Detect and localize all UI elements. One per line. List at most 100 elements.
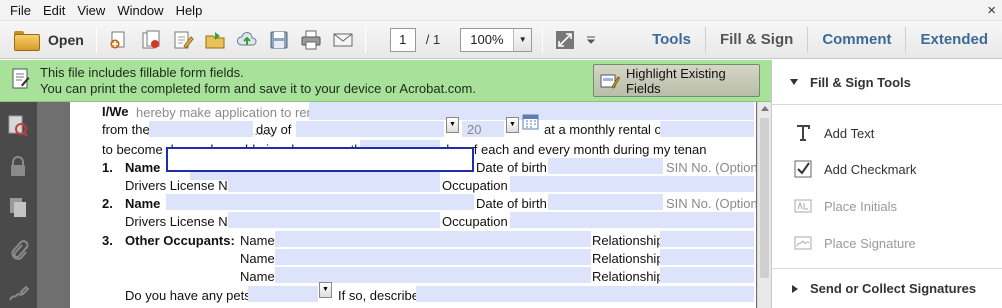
applicant-2-occupation-label: Occupation (442, 214, 508, 229)
chevron-down-icon[interactable]: ▼ (513, 28, 532, 51)
calendar-icon[interactable] (522, 113, 539, 130)
occupant-3-relationship-field[interactable] (660, 267, 754, 283)
applicant-2-name-label: Name (125, 196, 161, 211)
tab-fill-sign[interactable]: Fill & Sign (706, 21, 807, 59)
occupant-1-name-field[interactable] (275, 231, 591, 247)
upload-cloud-icon[interactable] (234, 27, 260, 53)
place-initials-label: Place Initials (824, 198, 897, 214)
applicant-2-license-field[interactable] (228, 212, 440, 228)
open-folder-arrow-icon[interactable] (202, 27, 228, 53)
scroll-thumb[interactable] (760, 118, 769, 278)
notification-line-2: You can print the completed form and sav… (40, 81, 476, 96)
page-total: / 1 (425, 32, 441, 47)
applicant-1-occupation-field[interactable] (510, 176, 754, 192)
highlight-fields-button[interactable]: Highlight Existing Fields (593, 64, 760, 97)
signature-icon (794, 234, 812, 252)
send-collect-signatures-header[interactable]: Send or Collect Signatures (772, 268, 1002, 308)
occupant-2-name-field[interactable] (275, 249, 591, 265)
intro-text: hereby make application to rent (136, 105, 318, 120)
occupant-3-name-field[interactable] (275, 267, 591, 283)
form-document-icon (12, 68, 30, 90)
save-icon[interactable] (266, 27, 292, 53)
place-signature-tool[interactable]: Place Signature (794, 234, 916, 252)
highlight-fields-label: Highlight Existing Fields (626, 65, 726, 96)
applicant-2-occupation-field[interactable] (510, 212, 754, 228)
create-pdf-icon[interactable] (106, 27, 132, 53)
fill-sign-tools-header[interactable]: Fill & Sign Tools (772, 60, 1002, 105)
applicant-2-license-label: Drivers License No. (125, 214, 239, 229)
page-thumbnails-icon[interactable] (7, 114, 29, 137)
zoom-select[interactable]: 100% ▼ (460, 27, 533, 52)
add-text-tool[interactable]: Add Text (794, 124, 874, 142)
pdf-page: I/We hereby make application to rent fro… (70, 102, 756, 308)
tab-extended[interactable]: Extended (906, 21, 1002, 59)
scroll-up-arrow-icon[interactable] (761, 106, 769, 111)
year-dropdown-chevron-icon[interactable]: ▼ (506, 117, 519, 133)
occupant-2-name-label: Name (240, 251, 275, 266)
toolbar-overflow-icon[interactable] (584, 27, 598, 53)
menu-file[interactable]: File (4, 3, 37, 18)
tab-tools[interactable]: Tools (638, 21, 705, 59)
print-icon[interactable] (298, 27, 324, 53)
occupant-1-relationship-field[interactable] (660, 231, 754, 247)
page-spacer-icon (372, 27, 386, 53)
toolbar: Open 1 / 1 100% ▼ Tools Fill & Sign Comm… (0, 21, 1002, 59)
vertical-scrollbar[interactable] (757, 102, 771, 308)
fill-sign-tools-title: Fill & Sign Tools (810, 74, 911, 90)
day-of-label: day of (256, 122, 292, 137)
each-month-label: day of each and every month during my te… (442, 142, 707, 157)
toolbar-separator (364, 26, 366, 53)
page-number-input[interactable]: 1 (389, 27, 416, 52)
checkmark-icon (794, 160, 812, 178)
applicant-1-sin-label: SIN No. (Option (666, 160, 756, 175)
menu-edit[interactable]: Edit (37, 3, 71, 18)
initials-icon (794, 197, 812, 215)
applicant-2-name-field[interactable] (166, 194, 474, 210)
applicant-1-dob-field[interactable] (548, 158, 663, 174)
combine-files-icon[interactable] (138, 27, 164, 53)
monthly-rent-label: at a monthly rental of $ (544, 122, 677, 137)
applicant-1-name-field[interactable] (166, 147, 474, 172)
applicant-2-dob-field[interactable] (548, 194, 663, 210)
occupant-2-relationship-field[interactable] (660, 249, 754, 265)
menu-view[interactable]: View (71, 3, 111, 18)
pets-select-field[interactable] (248, 286, 318, 302)
fullscreen-expand-icon[interactable] (552, 27, 578, 53)
toolbar-separator (542, 26, 544, 53)
edit-document-icon[interactable] (170, 27, 196, 53)
pages-icon[interactable] (7, 196, 29, 218)
pets-describe-label: If so, describe. (338, 288, 423, 303)
toolbar-separator (95, 26, 97, 53)
highlight-fields-icon (600, 71, 621, 91)
menu-window[interactable]: Window (111, 3, 169, 18)
applicant-1-license-label: Drivers License No. (125, 178, 239, 193)
start-day-field[interactable] (149, 121, 253, 137)
add-checkmark-tool[interactable]: Add Checkmark (794, 160, 916, 178)
occupants-number: 3. (102, 233, 113, 248)
start-month-field[interactable] (296, 121, 444, 137)
pets-dropdown-chevron-icon[interactable]: ▼ (319, 282, 332, 298)
year-prefix: 20 (467, 122, 482, 137)
attachments-icon[interactable] (7, 238, 29, 260)
applicant-1-name-label: Name (125, 160, 161, 175)
applicant-2-sin-label: SIN No. (Option (666, 196, 756, 211)
applicant-1-occupation-label: Occupation (442, 178, 508, 193)
pets-description-field[interactable] (416, 286, 754, 302)
fill-sign-panel: Fill & Sign Tools Add Text Add Checkmark… (771, 60, 1002, 308)
lock-icon[interactable] (7, 155, 29, 177)
applicant-1-license-field[interactable] (228, 176, 440, 192)
collapsed-triangle-icon (792, 284, 798, 293)
menu-help[interactable]: Help (170, 3, 209, 18)
month-dropdown-chevron-icon[interactable]: ▼ (446, 117, 459, 133)
send-collect-signatures-label: Send or Collect Signatures (810, 281, 977, 296)
email-icon[interactable] (330, 27, 356, 53)
signatures-icon[interactable] (7, 282, 30, 304)
tab-comment[interactable]: Comment (808, 21, 905, 59)
task-tabs: Tools Fill & Sign Comment Extended (638, 21, 1002, 59)
navigation-pane (0, 102, 37, 308)
close-icon[interactable]: × (987, 0, 996, 21)
open-button[interactable]: Open (8, 25, 90, 55)
place-initials-tool[interactable]: Place Initials (794, 197, 897, 215)
monthly-rent-field[interactable] (660, 121, 754, 137)
open-label: Open (48, 31, 84, 48)
